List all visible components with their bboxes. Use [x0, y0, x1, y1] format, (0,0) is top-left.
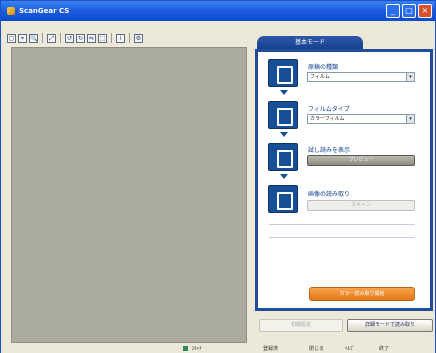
zoom-icon[interactable]: 🔍 [29, 33, 38, 43]
title-bar: ScanGear CS _ □ × [1, 1, 435, 21]
close-icon[interactable]: × [418, 4, 432, 18]
film-type-select[interactable]: カラーフィルム ▾ [307, 114, 415, 124]
status-close[interactable]: 閉じる [309, 345, 324, 352]
chevron-down-icon[interactable]: ▾ [406, 73, 414, 81]
step-label-scan: 画像の読み取り [308, 191, 351, 198]
preview-button[interactable]: プレビュー [307, 155, 415, 166]
app-icon [7, 7, 15, 15]
scanner-icon [183, 346, 188, 351]
minimize-icon[interactable]: _ [386, 4, 400, 18]
document-type-select[interactable]: フィルム ▾ [307, 72, 415, 82]
film-type-value: カラーフィルム [310, 116, 345, 122]
document-type-icon [268, 59, 298, 87]
chevron-down-icon[interactable]: ▾ [406, 115, 414, 123]
film-type-icon [268, 101, 298, 129]
panel-divider [269, 237, 415, 238]
step-label-document-type: 原稿の種類 [308, 64, 339, 71]
status-registered: 登録済 [263, 346, 279, 352]
scan-icon [268, 185, 298, 213]
maximize-icon[interactable]: □ [402, 4, 416, 18]
tab-basic-mode[interactable]: 基本モード [257, 36, 363, 50]
settings-icon[interactable]: ⚙ [134, 33, 143, 43]
color-scan-button[interactable]: カラー読み取り開始 [309, 287, 415, 301]
preview-toolbar: ▢ ⌖ 🔍 ⤢ ↺ ↻ ⇋ ⬚ i ⚙ [7, 32, 143, 44]
toolbar-separator [42, 33, 43, 43]
window-title: ScanGear CS [19, 7, 70, 15]
rotate-right-icon[interactable]: ↻ [76, 33, 85, 43]
defaults-button[interactable]: 初期設定 [259, 319, 343, 332]
toolbar-separator [60, 33, 61, 43]
fit-icon[interactable]: ⤢ [47, 33, 56, 43]
preview-area[interactable] [11, 47, 247, 343]
rotate-left-icon[interactable]: ↺ [65, 33, 74, 43]
settings-panel [255, 49, 433, 311]
step-label-film-type: フィルムタイプ [308, 106, 350, 113]
toolbar-separator [129, 33, 130, 43]
mirror-icon[interactable]: ⇋ [87, 33, 96, 43]
scangear-window: ScanGear CS _ □ × ▢ ⌖ 🔍 ⤢ ↺ ↻ ⇋ ⬚ i ⚙ 基本… [0, 0, 436, 353]
status-help[interactable]: ﾍﾙﾌﾟ [345, 345, 355, 352]
advanced-mode-button[interactable]: 詳細モードで読み取り [347, 319, 433, 332]
step-label-preview: 試し読みを表示 [308, 147, 351, 154]
toolbar-separator [111, 33, 112, 43]
crop-icon[interactable]: ▢ [7, 33, 16, 43]
step-arrow-icon [280, 90, 288, 95]
auto-crop-icon[interactable]: ⬚ [98, 33, 107, 43]
scan-step-button[interactable]: スキャン [307, 200, 415, 211]
status-scanner: ｽｷｬﾅ [183, 345, 202, 352]
info-icon[interactable]: i [116, 33, 125, 43]
preview-icon [268, 143, 298, 171]
status-bar: ｽｷｬﾅ 登録済 閉じる ﾍﾙﾌﾟ 終了 [1, 343, 435, 353]
step-arrow-icon [280, 132, 288, 137]
step-arrow-icon [280, 174, 288, 179]
document-type-value: フィルム [310, 74, 330, 80]
status-scanner-label: ｽｷｬﾅ [191, 346, 202, 352]
status-exit[interactable]: 終了 [379, 345, 389, 352]
panel-divider [269, 224, 415, 225]
select-icon[interactable]: ⌖ [18, 33, 27, 43]
